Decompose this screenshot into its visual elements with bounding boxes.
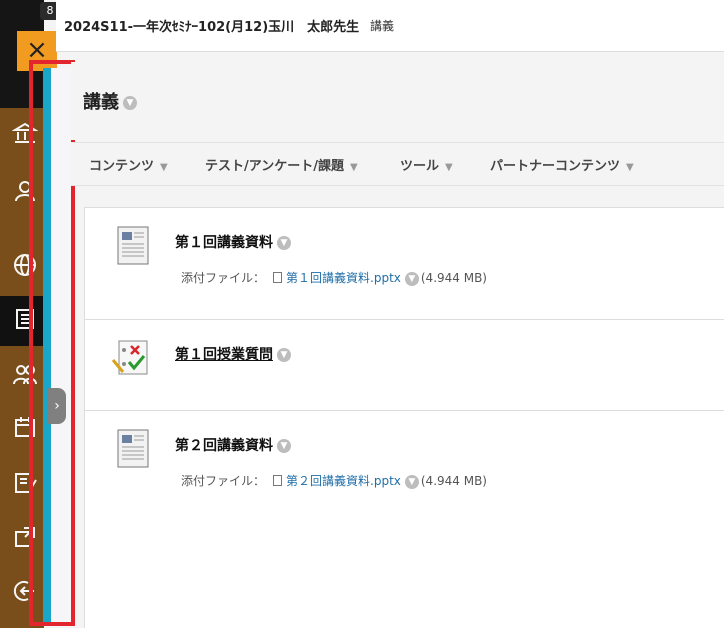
attachment-row: 添付ファイル： 第１回講義資料.pptx ▼ (4.944 MB)	[181, 269, 487, 286]
item-title[interactable]: 第１回講義資料 ▼	[175, 232, 291, 252]
chevron-down-icon[interactable]: ▼	[404, 474, 419, 489]
chevron-down-icon[interactable]: ▼	[123, 96, 137, 110]
attachment-label: 添付ファイル：	[181, 474, 266, 488]
courses-icon[interactable]	[10, 306, 40, 336]
document-icon	[117, 226, 149, 265]
course-menu-strip	[43, 68, 51, 624]
chevron-down-icon[interactable]: ▼	[277, 439, 291, 453]
attachment-row: 添付ファイル： 第２回講義資料.pptx ▼ (4.944 MB)	[181, 472, 487, 489]
content-list: 第１回講義資料 ▼ 添付ファイル： 第１回講義資料.pptx ▼ (4.944 MB) …	[84, 207, 724, 628]
collapsed-course-menu	[51, 68, 71, 624]
survey-link[interactable]: 第１回授業質問 ▼	[175, 344, 291, 364]
course-title[interactable]: 2024S11-一年次ｾﾐﾅｰ102(月12)玉川 太郎先生	[64, 16, 359, 35]
left-nav-rail: 8	[0, 0, 60, 628]
attachment-label: 添付ファイル：	[181, 271, 266, 285]
attachment-link[interactable]: 第２回講義資料.pptx	[273, 474, 401, 488]
course-header: 2024S11-一年次ｾﾐﾅｰ102(月12)玉川 太郎先生 講義	[56, 0, 724, 52]
breadcrumb[interactable]: 講義	[370, 17, 394, 34]
file-icon	[273, 272, 283, 283]
list-item: 第２回講義資料 ▼ 添付ファイル： 第２回講義資料.pptx ▼ (4.944 MB)	[85, 411, 724, 523]
list-item: 第１回講義資料 ▼ 添付ファイル： 第１回講義資料.pptx ▼ (4.944 MB)	[85, 208, 724, 320]
globe-icon[interactable]	[10, 252, 40, 282]
expand-menu-chevron-icon[interactable]: ›	[48, 388, 66, 424]
calendar-icon[interactable]	[10, 414, 40, 444]
chevron-down-icon: ▼	[349, 162, 358, 173]
grades-icon[interactable]	[10, 470, 40, 500]
menu-content[interactable]: コンテンツ ▼	[89, 155, 168, 174]
chevron-down-icon: ▼	[626, 162, 634, 173]
file-size: (4.944 MB)	[420, 271, 487, 285]
groups-icon[interactable]	[10, 362, 40, 392]
file-size: (4.944 MB)	[420, 474, 487, 488]
chevron-down-icon[interactable]: ▼	[404, 271, 419, 286]
menu-partner-content[interactable]: パートナーコンテンツ ▼	[490, 155, 634, 174]
chevron-down-icon: ▼	[160, 162, 168, 173]
close-icon[interactable]: ×	[17, 31, 57, 71]
menu-tools[interactable]: ツール ▼	[400, 155, 453, 174]
sign-out-icon[interactable]	[10, 578, 40, 608]
document-icon	[117, 429, 149, 468]
item-title[interactable]: 第２回講義資料 ▼	[175, 435, 291, 455]
page-heading: 講義 ▼	[71, 62, 724, 140]
page-title[interactable]: 講義 ▼	[83, 88, 137, 114]
institution-icon[interactable]	[10, 120, 40, 150]
chevron-down-icon[interactable]: ▼	[277, 236, 291, 250]
file-icon	[273, 475, 283, 486]
chevron-down-icon[interactable]: ▼	[277, 348, 291, 362]
survey-icon	[111, 340, 148, 375]
page-title-text: 講義	[83, 92, 119, 113]
profile-icon[interactable]	[10, 178, 40, 208]
action-bar: コンテンツ ▼ テスト/アンケート/課題 ▼ ツール ▼ パートナーコンテンツ ▼	[71, 142, 724, 186]
tools-icon[interactable]	[10, 524, 40, 554]
chevron-down-icon: ▼	[445, 162, 453, 173]
attachment-link[interactable]: 第１回講義資料.pptx	[273, 271, 401, 285]
list-item: 第１回授業質問 ▼	[85, 320, 724, 411]
menu-assessments[interactable]: テスト/アンケート/課題 ▼	[205, 155, 358, 174]
